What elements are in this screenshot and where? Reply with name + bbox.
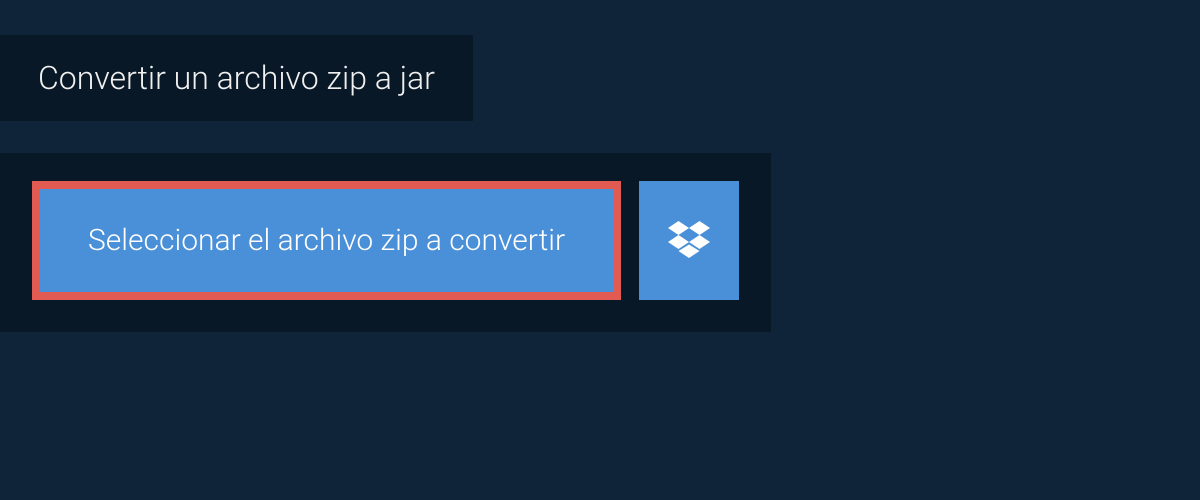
page-title: Convertir un archivo zip a jar	[0, 35, 473, 121]
select-file-label: Seleccionar el archivo zip a convertir	[88, 223, 565, 258]
dropbox-button[interactable]	[639, 181, 739, 300]
converter-panel: Convertir un archivo zip a jar Seleccion…	[0, 0, 1200, 500]
select-file-button[interactable]: Seleccionar el archivo zip a convertir	[32, 181, 621, 300]
upload-button-area: Seleccionar el archivo zip a convertir	[0, 153, 771, 332]
title-text: Convertir un archivo zip a jar	[38, 59, 435, 97]
dropbox-icon	[668, 221, 710, 261]
